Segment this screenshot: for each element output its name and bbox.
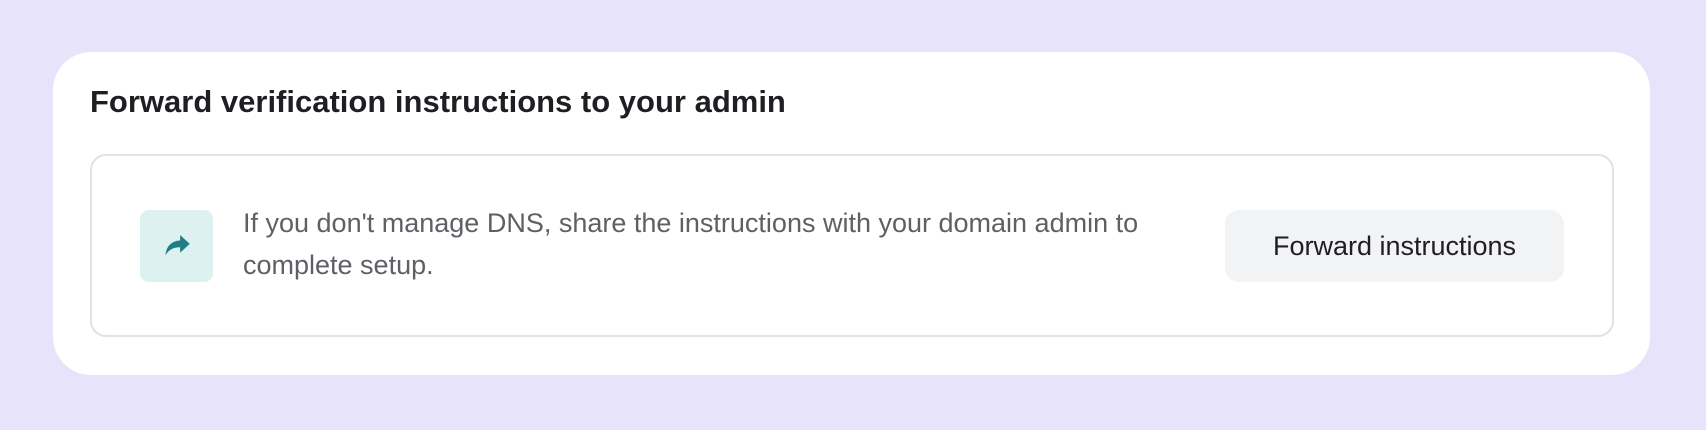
forward-instructions-description: If you don't manage DNS, share the instr… <box>243 208 1139 280</box>
forward-instructions-panel: If you don't manage DNS, share the instr… <box>90 154 1614 337</box>
forward-icon-tile <box>140 210 213 282</box>
forward-arrow-icon <box>160 229 194 263</box>
forward-instructions-card: Forward verification instructions to you… <box>53 52 1650 375</box>
forward-instructions-button[interactable]: Forward instructions <box>1225 210 1564 282</box>
card-title: Forward verification instructions to you… <box>90 84 786 119</box>
